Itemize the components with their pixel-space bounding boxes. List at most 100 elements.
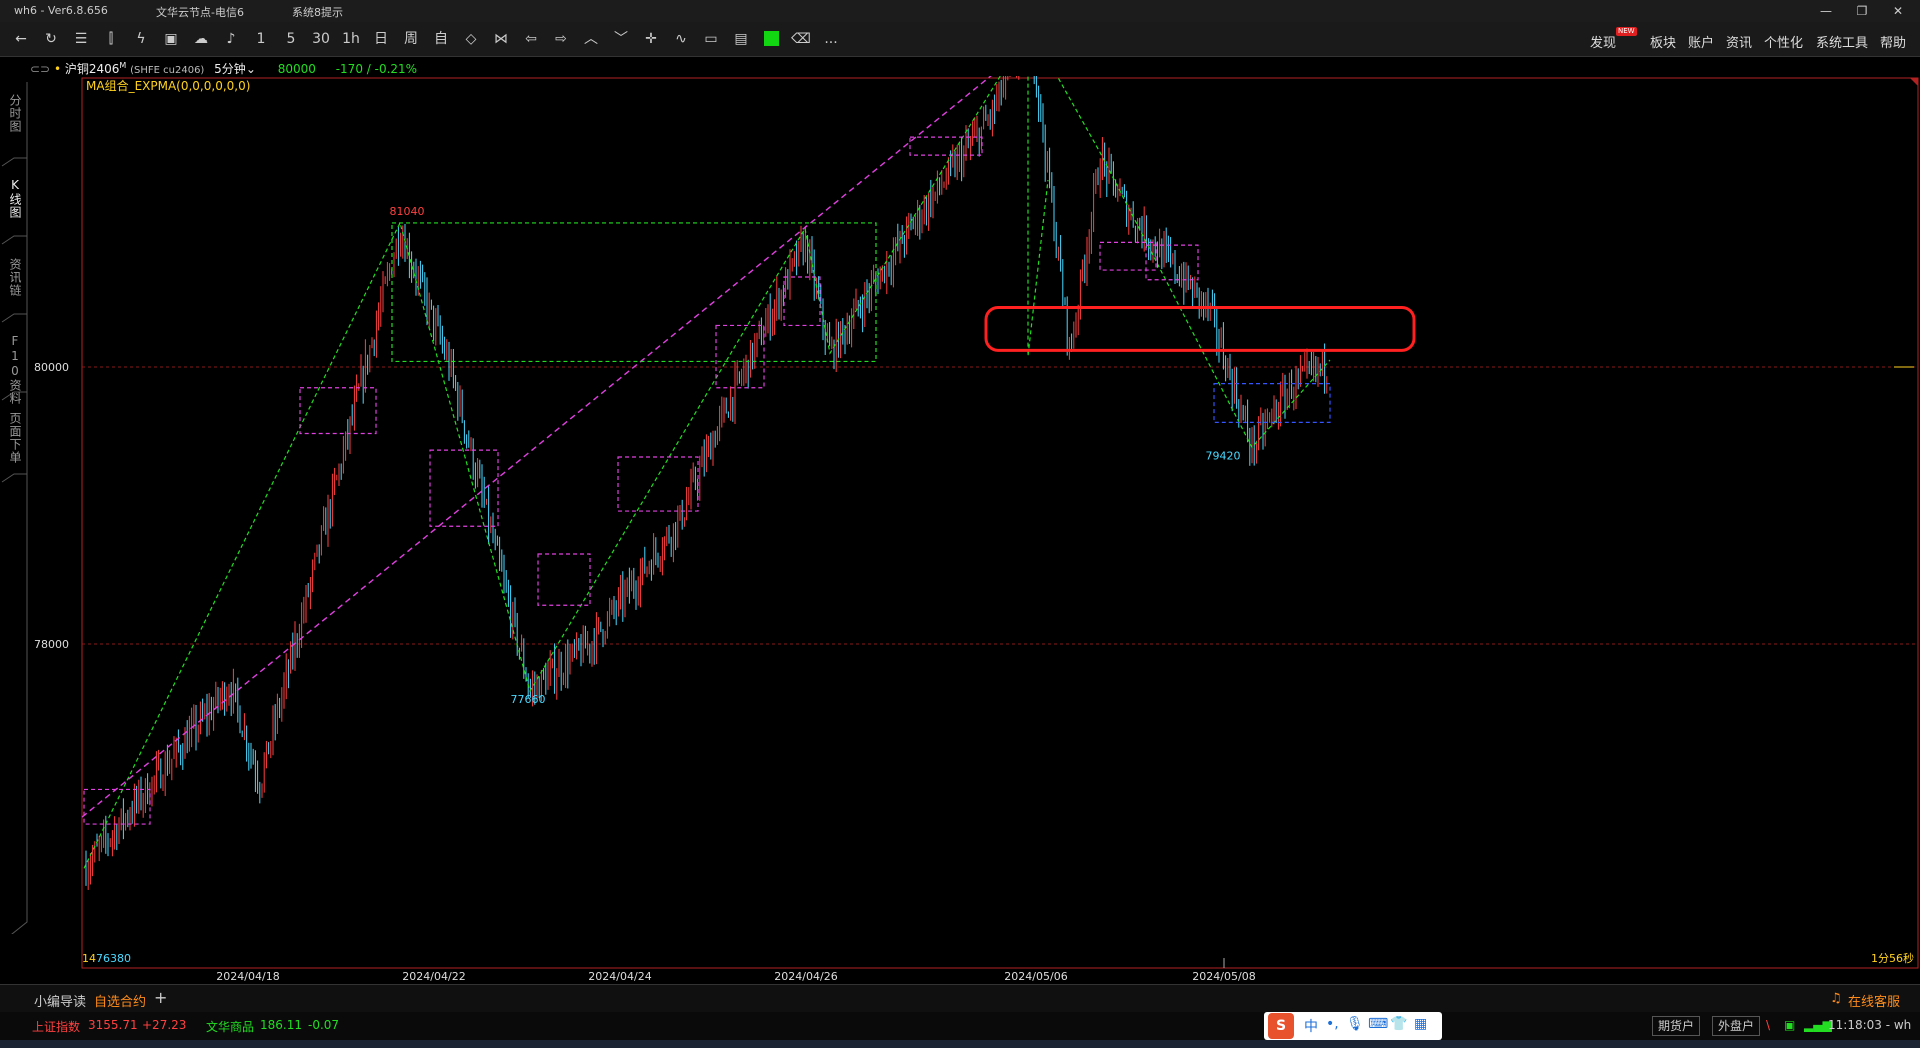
green-square-icon[interactable]: [760, 29, 782, 49]
low-price-label: 79420: [1206, 449, 1241, 462]
start-low-label: 76380: [96, 952, 131, 965]
eraser-icon[interactable]: ⌫: [790, 29, 812, 49]
date-axis-label: 2024/04/24: [588, 970, 651, 983]
date-axis-label: 2024/05/08: [1192, 970, 1255, 983]
diamond-icon[interactable]: ◇: [460, 29, 482, 49]
tab-watchlist[interactable]: 自选合约: [94, 991, 147, 1014]
arrow-right-icon[interactable]: ⇨: [550, 29, 572, 49]
period-custom[interactable]: 自: [430, 29, 452, 49]
sogou-logo-icon[interactable]: S: [1268, 1013, 1294, 1039]
add-tab-button[interactable]: +: [154, 988, 167, 1007]
flash-order-icon[interactable]: ϟ: [130, 29, 152, 49]
bowtie-icon[interactable]: ⋈: [490, 29, 512, 49]
side-tab-kline[interactable]: K线图: [4, 178, 24, 219]
link-icon[interactable]: ⊂⊃: [30, 62, 50, 76]
ime-lang-toggle[interactable]: 中: [1304, 1016, 1318, 1036]
menu-account[interactable]: 账户: [1688, 32, 1714, 51]
futures-account-button[interactable]: 期货户: [1652, 1016, 1701, 1036]
menu-help[interactable]: 帮助: [1880, 32, 1906, 51]
list-icon[interactable]: ☰: [70, 29, 92, 49]
crosshair-icon[interactable]: ✛: [640, 29, 662, 49]
title-bar: wh6 - Ver6.8.656 文华云节点-电信6 系统8提示 — ❐ ✕: [0, 0, 1920, 22]
close-icon[interactable]: ✕: [1884, 2, 1912, 20]
foreign-account-button[interactable]: 外盘户: [1712, 1016, 1761, 1036]
menu-sectors[interactable]: 板块: [1650, 32, 1676, 51]
date-axis-label: 2024/04/22: [402, 970, 465, 983]
price-change: -170 / -0.21%: [335, 62, 418, 76]
side-tab-timeshare[interactable]: 分时图: [4, 94, 24, 133]
date-axis-label: 2024/05/06: [1004, 970, 1067, 983]
cloud-icon[interactable]: ☁: [190, 29, 212, 49]
clock-time: 11:18:03 - wh: [1828, 1018, 1912, 1032]
tab-editor-guide[interactable]: 小编导读: [34, 991, 86, 1010]
period-select[interactable]: 5分钟: [214, 62, 246, 76]
rect-tool-icon[interactable]: ▭: [700, 29, 722, 49]
period-day[interactable]: 日: [370, 29, 392, 49]
menu-discover[interactable]: 发现: [1590, 32, 1616, 51]
ime-toolbar[interactable]: S 中 •, 🎙 ⌨ 👕 ▦: [1264, 1012, 1442, 1040]
skin-icon[interactable]: 👕: [1390, 1016, 1407, 1032]
more-icon[interactable]: ...: [820, 29, 842, 49]
index2-change: -0.07: [308, 1018, 340, 1032]
restore-icon[interactable]: ❐: [1848, 2, 1876, 20]
server-node[interactable]: 文华云节点-电信6: [156, 4, 244, 20]
period-5min[interactable]: 5: [280, 29, 302, 49]
slash-divider-icon: \: [1766, 1018, 1771, 1032]
high-price-label: 81040: [390, 205, 425, 218]
date-axis-label: 2024/04/26: [774, 970, 837, 983]
board-icon[interactable]: ▣: [160, 29, 182, 49]
period-1min[interactable]: 1: [250, 29, 272, 49]
menu-tools[interactable]: 系统工具: [1816, 32, 1868, 51]
alarm-icon[interactable]: ♪: [220, 29, 242, 49]
headset-icon[interactable]: ♫: [1830, 991, 1842, 1006]
chevron-down-icon[interactable]: ﹀: [610, 29, 632, 49]
microphone-icon[interactable]: 🎙: [1346, 1016, 1364, 1032]
price-axis-label: 78000: [34, 638, 69, 651]
punctuation-icon[interactable]: •,: [1326, 1016, 1339, 1032]
chevron-up-icon[interactable]: ︿: [580, 29, 602, 49]
contract-name[interactable]: 沪铜2406: [65, 62, 120, 76]
index1-name[interactable]: 上证指数: [32, 1018, 80, 1035]
online-service-link[interactable]: 在线客服: [1848, 991, 1900, 1010]
index2-name[interactable]: 文华商品: [206, 1018, 254, 1035]
side-tab-order[interactable]: 页面下单: [4, 412, 24, 464]
period-30min[interactable]: 30: [310, 29, 332, 49]
candle-icon[interactable]: ⫿: [100, 29, 122, 49]
minimize-icon[interactable]: —: [1812, 2, 1840, 20]
taskbar-strip: [0, 1040, 1920, 1048]
index1-change: +27.23: [142, 1018, 187, 1032]
side-tab-news-chain[interactable]: 资讯链: [4, 258, 24, 297]
menu-news[interactable]: 资讯: [1726, 32, 1752, 51]
back-icon[interactable]: ←: [10, 29, 32, 49]
status-bar: 上证指数 3155.71 +27.23 文华商品 186.11 -0.07 期货…: [0, 1012, 1920, 1040]
quote-dot-icon: •: [53, 62, 62, 76]
date-axis-label: 2024/04/18: [216, 970, 279, 983]
connection-icon: ▣: [1784, 1018, 1796, 1032]
new-badge: NEW: [1616, 27, 1637, 36]
period-chevron-icon[interactable]: ⌄: [246, 62, 256, 76]
index1-value: 3155.71: [88, 1018, 138, 1032]
period-1h[interactable]: 1h: [340, 29, 362, 49]
refresh-icon[interactable]: ↻: [40, 29, 62, 49]
side-tab-f10[interactable]: F10资料: [4, 334, 24, 405]
quote-bar: ⊂⊃ • 沪铜2406M (SHFE cu2406) 5分钟⌄ 80000 -1…: [30, 60, 417, 76]
indicator-label[interactable]: MA组合_EXPMA(0,0,0,0,0,0): [86, 78, 250, 93]
toolbox-icon[interactable]: ▦: [1414, 1016, 1427, 1032]
period-week[interactable]: 周: [400, 29, 422, 49]
toolbar: ← ↻ ☰ ⫿ ϟ ▣ ☁ ♪ 1 5 30 1h 日 周 自 ◇ ⋈ ⇦ ⇨ …: [0, 22, 1920, 57]
bar-countdown: 1分56秒: [1871, 951, 1914, 965]
keyboard-icon[interactable]: ⌨: [1368, 1016, 1388, 1032]
bottom-tabs: 小编导读 自选合约 + ♫ 在线客服: [0, 984, 1920, 1014]
menu-personalize[interactable]: 个性化: [1764, 32, 1803, 51]
table-icon[interactable]: ▤: [730, 29, 752, 49]
kline-chart[interactable]: MA组合_EXPMA(0,0,0,0,0,0) 80000 78000 2024/0…: [30, 76, 1920, 984]
index2-value: 186.11: [260, 1018, 302, 1032]
system-note[interactable]: 系统8提示: [292, 4, 343, 20]
line-tool-icon[interactable]: ∿: [670, 29, 692, 49]
low-price-label: 77660: [511, 693, 546, 706]
side-tabs: 分时图 K线图 资讯链 F10资料 页面下单: [0, 82, 28, 934]
arrow-left-icon[interactable]: ⇦: [520, 29, 542, 49]
main-contract-mark: M: [119, 61, 127, 70]
price-axis-label: 80000: [34, 361, 69, 374]
app-version: wh6 - Ver6.8.656: [14, 4, 108, 17]
